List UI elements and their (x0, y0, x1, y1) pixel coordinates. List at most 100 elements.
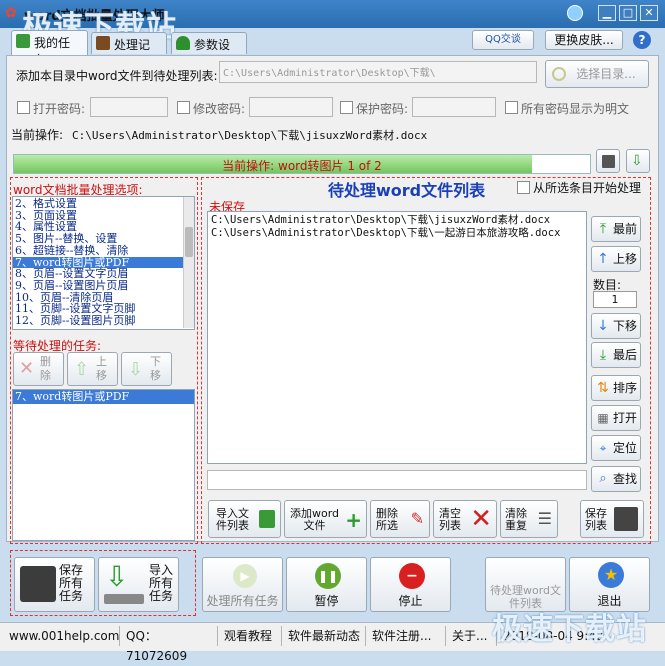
register-link[interactable]: 软件注册... (367, 626, 446, 646)
pending-task-item[interactable]: 7、word转图片或PDF (13, 390, 194, 404)
move-task-down-button[interactable]: ⇩ 下移 (121, 352, 172, 386)
open-password-checkbox[interactable] (17, 101, 30, 114)
download-icon: ⇩ (105, 560, 129, 593)
remove-duplicates-button[interactable]: ☰ 清除 重复 (500, 500, 558, 538)
search-input[interactable] (207, 470, 587, 490)
file-list-title: 待处理word文件列表 (328, 181, 486, 200)
tree-icon (176, 36, 190, 50)
option-item[interactable]: 6、超链接--替换、清除 (13, 245, 194, 257)
process-all-button[interactable]: ▶ 处理所有任务 (202, 557, 283, 612)
protect-password-field[interactable] (412, 97, 496, 117)
pending-tasks-list[interactable]: 7、word转图片或PDF (12, 389, 195, 541)
tab-my-tasks[interactable]: 我的任务 (11, 30, 88, 67)
floppy-icon (20, 566, 56, 602)
tutorial-link[interactable]: 观看教程 (219, 626, 282, 646)
options-list[interactable]: 2、格式设置 3、页面设置 4、属性设置 5、图片--替换、设置 6、超链接--替换、清… (12, 196, 195, 330)
arrow-up-icon: ⇧ (74, 359, 90, 380)
delete-selected-button[interactable]: ✎ 删除 所选 (370, 500, 430, 538)
website-link[interactable]: www.001help.com (4, 626, 120, 646)
from-selected-label: 从所选条目开始处理 (533, 181, 642, 195)
about-link[interactable]: 关于... (447, 626, 497, 646)
download-button[interactable]: ⇩ (626, 149, 650, 173)
scrollbar-thumb[interactable] (185, 227, 193, 257)
file-item[interactable]: C:\Users\Administrator\Desktop\下载\jisuxz… (211, 214, 583, 227)
open-button[interactable]: ▦ 打开 (591, 405, 641, 431)
open-password-field[interactable] (90, 97, 168, 117)
save-list-button[interactable]: 保存 列表 (580, 500, 644, 538)
arrow-up-icon: ↑ (597, 251, 609, 267)
modify-password-field[interactable] (249, 97, 333, 117)
tasks-icon (16, 34, 30, 48)
qq-chat-badge[interactable]: QQ交谈 (472, 30, 534, 50)
add-word-file-button[interactable]: + 添加word 文件 (284, 500, 367, 538)
stop-button[interactable]: − 停止 (370, 557, 451, 612)
move-top-button[interactable]: ⤒ 最前 (591, 216, 641, 242)
count-field[interactable]: 1 (593, 291, 637, 308)
current-op-value: C:\Users\Administrator\Desktop\下载\jisuxz… (72, 129, 428, 142)
show-plain-checkbox[interactable] (505, 101, 518, 114)
move-task-up-button[interactable]: ⇧ 上移 (67, 352, 118, 386)
download-icon: ⇩ (631, 153, 643, 169)
dir-path-field[interactable]: C:\Users\Administrator\Desktop\下载\ (219, 61, 537, 83)
find-button[interactable]: ⌕ 查找 (591, 466, 641, 492)
watermark-bottom: 极速下载站 (492, 612, 647, 647)
current-op-label: 当前操作: (11, 128, 64, 142)
progress-text: 当前操作: word转图片 1 of 2 (222, 159, 382, 173)
search-icon: ⌕ (599, 471, 607, 486)
progress-bar: 当前操作: word转图片 1 of 2 (13, 154, 591, 174)
open-password-label: 打开密码: (33, 102, 86, 116)
exit-icon: ★ (598, 562, 624, 588)
save-progress-button[interactable] (596, 149, 620, 173)
news-link[interactable]: 软件最新动态 (283, 626, 366, 646)
grid-icon: ▦ (597, 411, 609, 425)
move-up-button[interactable]: ↑ 上移 (591, 246, 641, 272)
close-button[interactable]: ✕ (640, 5, 658, 21)
help-icon[interactable]: ? (633, 31, 651, 49)
file-item[interactable]: C:\Users\Administrator\Desktop\下载\一起游日本旅… (211, 227, 583, 240)
save-all-tasks-button[interactable]: 保存 所有 任务 (14, 557, 95, 612)
locate-icon: ⌖ (599, 441, 607, 455)
play-icon: ▶ (233, 564, 257, 588)
import-all-tasks-button[interactable]: ⇩ 导入 所有 任务 (98, 557, 179, 612)
arrow-down-icon: ⇩ (128, 359, 144, 380)
sort-icon: ⇅ (597, 380, 609, 396)
protect-password-checkbox[interactable] (340, 101, 353, 114)
stop-icon: − (399, 563, 425, 589)
pause-icon: ❚❚ (315, 563, 341, 589)
pause-button[interactable]: ❚❚ 暂停 (286, 557, 367, 612)
maximize-button[interactable]: □ (619, 5, 637, 21)
modify-password-checkbox[interactable] (177, 101, 190, 114)
option-item[interactable]: 12、页脚--设置图片页脚 (13, 315, 194, 327)
clear-list-button[interactable]: ✕ 清空 列表 (433, 500, 497, 538)
change-skin-button[interactable]: 更换皮肤... (545, 30, 623, 50)
tab-records[interactable]: 处理记录 (91, 32, 167, 69)
options-scrollbar[interactable] (183, 197, 194, 328)
sort-button[interactable]: ⇅ 排序 (591, 375, 641, 401)
arrow-bottom-icon: ⤓ (599, 347, 607, 363)
clear-x-icon: ✕ (470, 504, 492, 534)
add-dir-label: 添加本目录中word文件到待处理列表: (16, 69, 218, 83)
refresh-icon (552, 67, 566, 81)
locate-button[interactable]: ⌖ 定位 (591, 435, 641, 461)
show-plain-label: 所有密码显示为明文 (521, 102, 630, 116)
qq-number: QQ：71072609 (121, 626, 218, 663)
skin-shirt-icon[interactable] (567, 5, 583, 21)
from-selected-checkbox[interactable] (517, 181, 530, 194)
file-list[interactable]: C:\Users\Administrator\Desktop\下载\jisuxz… (207, 211, 587, 464)
delete-icon: ✕ (19, 358, 35, 379)
option-item[interactable]: 9、页眉--设置图片页眉 (13, 280, 194, 292)
import-list-button[interactable]: 导入文 件列表 (208, 500, 281, 538)
minimize-button[interactable]: ▁ (598, 5, 616, 21)
import-icon (259, 510, 275, 528)
move-down-button[interactable]: ↓ 下移 (591, 313, 641, 339)
arrow-top-icon: ⤒ (599, 221, 607, 237)
tab-settings[interactable]: 参数设置 (171, 32, 247, 69)
plus-icon: + (345, 508, 362, 532)
option-item[interactable]: 2、格式设置 (13, 198, 194, 210)
modify-password-label: 修改密码: (193, 102, 246, 116)
arrow-down-icon: ↓ (597, 318, 609, 334)
move-bottom-button[interactable]: ⤓ 最后 (591, 342, 641, 368)
floppy-icon (614, 507, 638, 531)
delete-task-button[interactable]: ✕ 删除 (13, 352, 64, 386)
select-dir-button[interactable]: 选择目录... (545, 60, 649, 88)
